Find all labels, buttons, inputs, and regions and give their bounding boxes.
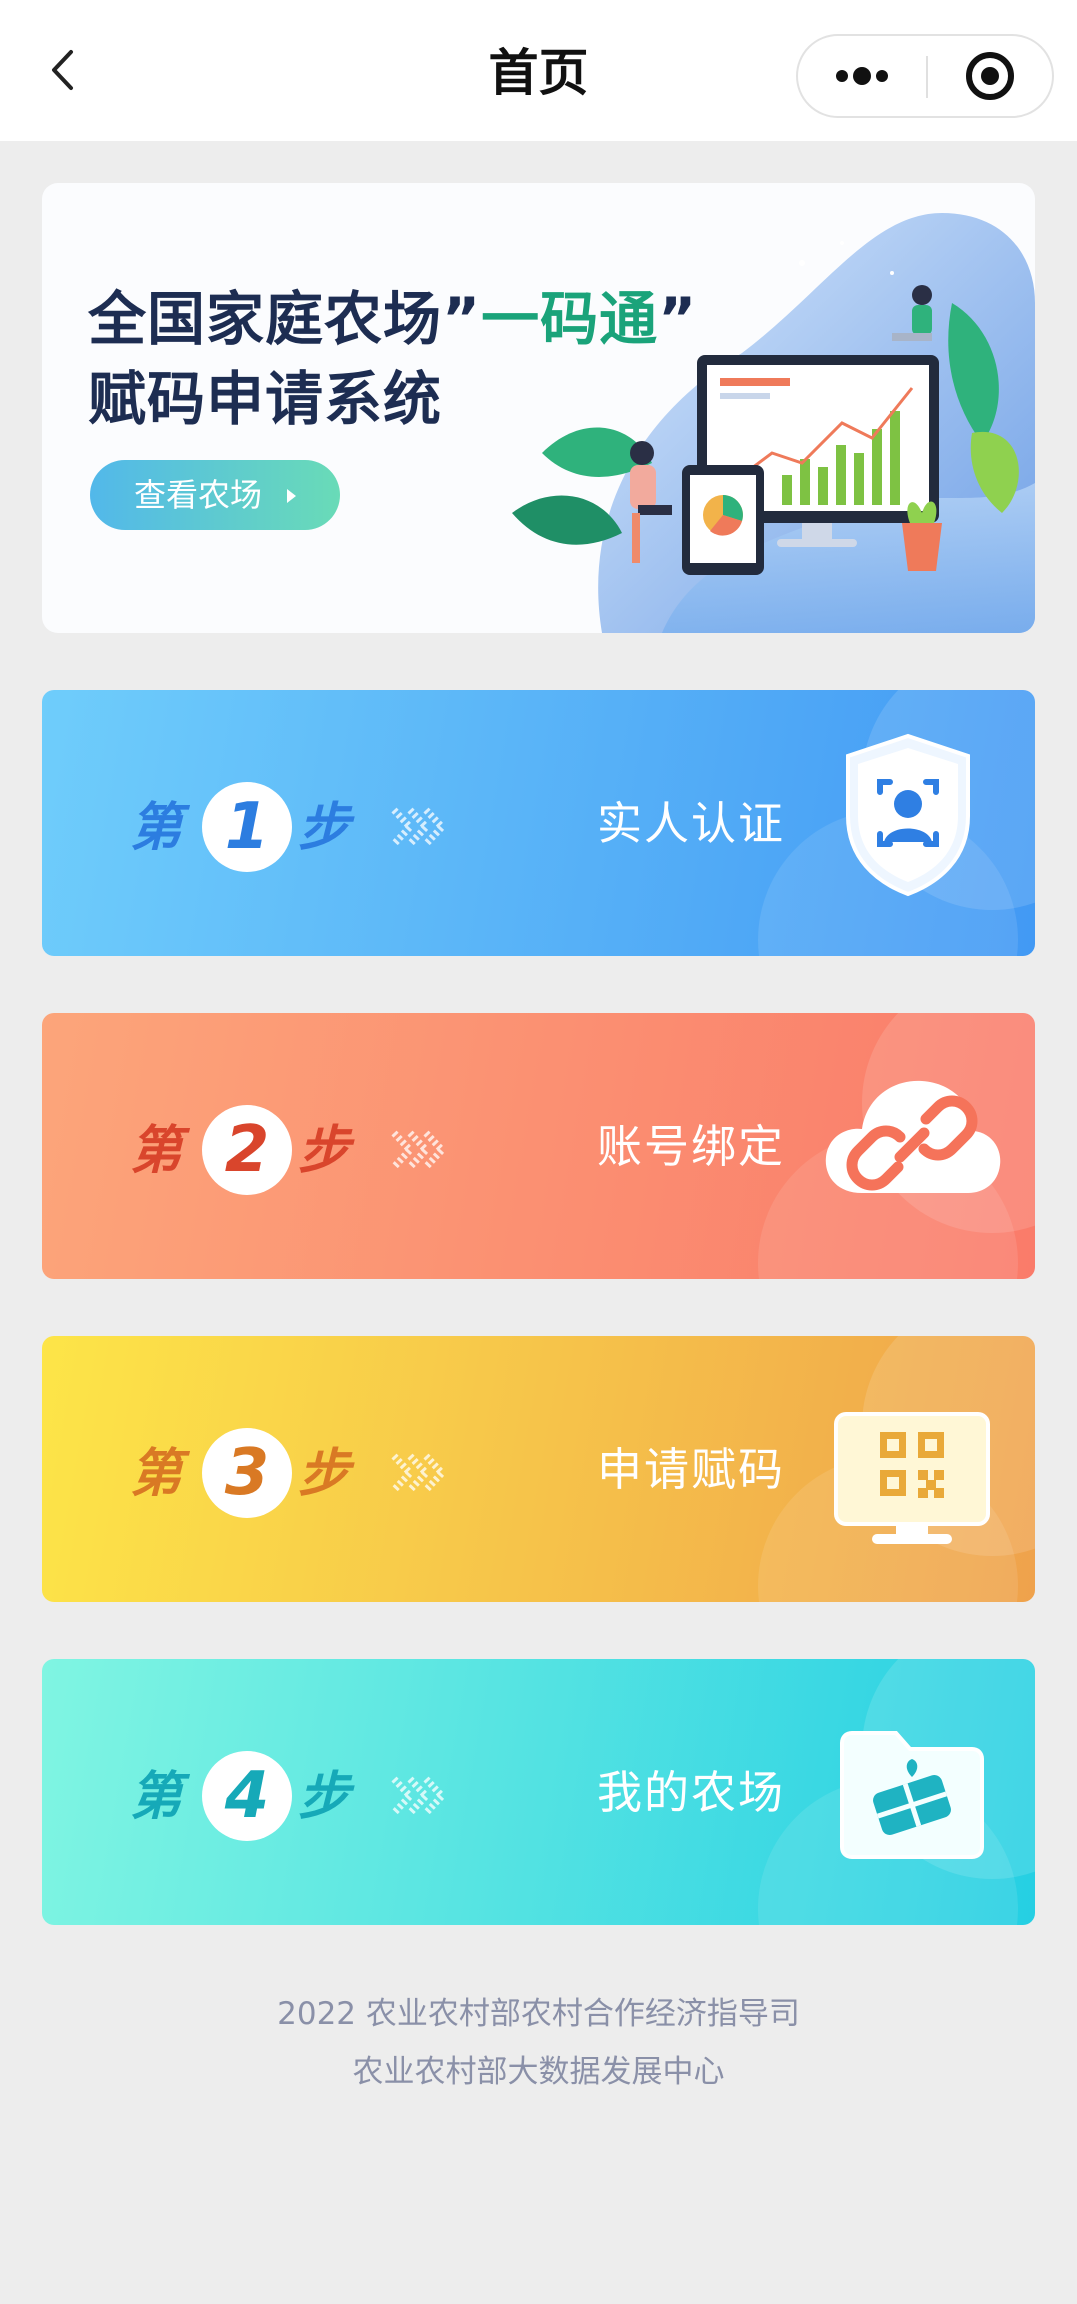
step-number-label: 第 1 步 [130,782,470,872]
step-suffix: 步 [298,1444,351,1504]
step-title: 申请赋码 [597,1443,786,1496]
banner-title-line2: 赋码申请系统 [88,365,443,433]
footer: 2022 农业农村部农村合作经济指导司 农业农村部大数据发展中心 [0,1985,1077,2101]
step-prefix: 第 [130,1121,183,1181]
step-card-my-farm[interactable]: 第 4 步 我的农场 [42,1659,1035,1925]
banner-title-accent: 一码通 [481,285,659,353]
step-number: 3 [202,1428,292,1518]
footer-line-2: 农业农村部大数据发展中心 [352,2054,725,2090]
step-suffix: 步 [298,1767,351,1827]
cloud-link-icon [825,1080,1001,1193]
step-title: 实人认证 [597,797,786,850]
top-nav-bar: 首页 [0,0,1077,141]
step-number: 2 [202,1105,292,1195]
double-chevron-icon [391,1776,447,1816]
caret-right-icon [287,489,296,503]
step-number: 1 [202,782,292,872]
target-circle-icon [966,52,1014,100]
banner-title-line1-post: ” [658,285,698,353]
close-miniprogram-button[interactable] [928,36,1052,116]
step-card-account-binding[interactable]: 第 2 步 账号绑定 [42,1013,1035,1279]
banner-title: 全国家庭农场”一码通” 赋码申请系统 [88,279,697,439]
step-prefix: 第 [130,1444,183,1504]
footer-line-1: 2022 农业农村部农村合作经济指导司 [277,1996,800,2032]
face-id-shield-icon [846,733,970,897]
step-title: 账号绑定 [597,1120,786,1173]
step-number-label: 第 3 步 [130,1428,470,1518]
step-title: 我的农场 [597,1766,786,1819]
step-number-label: 第 2 步 [130,1105,470,1195]
farm-folder-icon [840,1731,984,1859]
step-number-label: 第 4 步 [130,1751,470,1841]
step-prefix: 第 [130,1767,183,1827]
double-chevron-icon [391,1130,447,1170]
view-farm-button[interactable]: 查看农场 [90,460,340,530]
banner-title-line1-pre: 全国家庭农场” [88,285,482,353]
step-card-real-name-auth[interactable]: 第 1 步 实人认证 [42,690,1035,956]
double-chevron-icon [391,1453,447,1493]
menu-capsule [796,34,1054,118]
step-card-apply-code[interactable]: 第 3 步 申请赋码 [42,1336,1035,1602]
hero-banner: 全国家庭农场”一码通” 赋码申请系统 查看农场 [42,183,1035,633]
more-dots-icon [836,67,888,85]
step-suffix: 步 [298,798,351,858]
qr-monitor-icon [834,1412,990,1544]
step-number: 4 [202,1751,292,1841]
step-prefix: 第 [130,798,183,858]
step-suffix: 步 [298,1121,351,1181]
more-button[interactable] [798,36,926,116]
double-chevron-icon [391,807,447,847]
view-farm-button-label: 查看农场 [134,476,263,514]
